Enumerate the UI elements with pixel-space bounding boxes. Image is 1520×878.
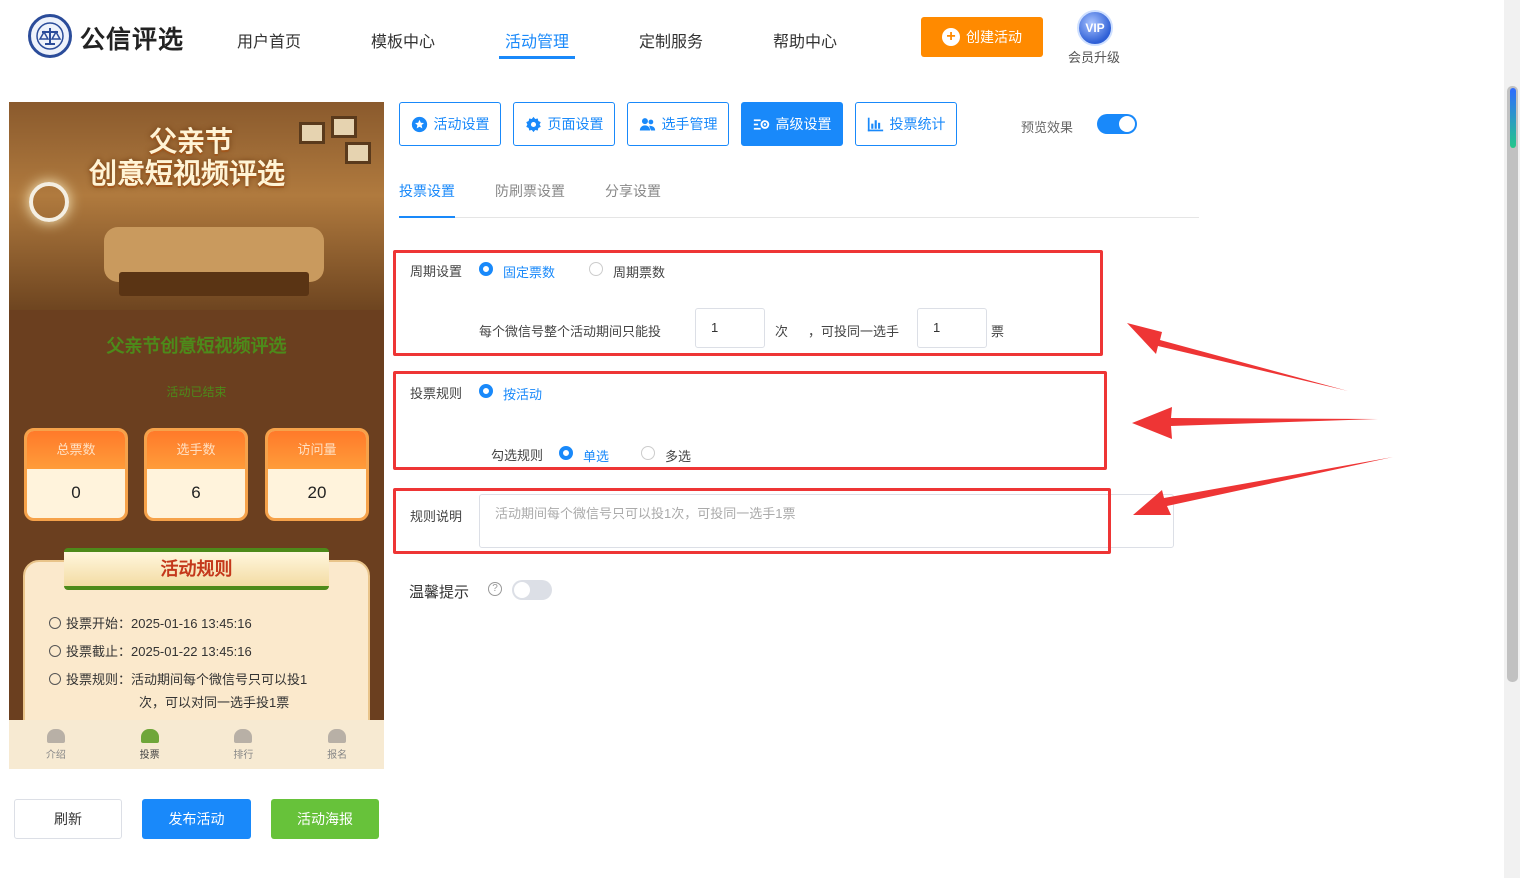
rule-end-label: 投票截止： xyxy=(66,644,132,659)
toggle-knob xyxy=(1119,116,1135,132)
table-shape xyxy=(119,272,309,296)
nav-user-home[interactable]: 用户首页 xyxy=(237,28,301,52)
stat-contestants: 选手数 6 xyxy=(144,428,248,521)
tips-toggle[interactable] xyxy=(512,580,552,600)
clock-icon xyxy=(49,645,61,657)
rule-start-time: 投票开始：2025-01-16 13:45:16 xyxy=(49,613,252,632)
photo-frame-icon xyxy=(345,142,371,164)
tab-label: 选手管理 xyxy=(661,116,718,132)
nav-custom-service[interactable]: 定制服务 xyxy=(639,28,703,52)
tips-label: 温馨提示 xyxy=(409,584,470,601)
question-icon[interactable]: ? xyxy=(488,582,502,596)
gear-icon xyxy=(525,116,541,132)
stat-label: 选手数 xyxy=(147,431,245,469)
vip-upgrade-link[interactable]: 会员升级 xyxy=(1068,47,1120,66)
rules-title: 活动规则 xyxy=(64,548,329,590)
rule-voting: 投票规则：活动期间每个微信号只可以投1 xyxy=(49,669,307,688)
sub-tab-active-underline xyxy=(399,216,455,218)
scrollbar-marker xyxy=(1510,88,1516,148)
vote-icon xyxy=(140,728,159,743)
tab-intro[interactable]: 介绍 xyxy=(9,720,103,769)
rule-start-value: 2025-01-16 13:45:16 xyxy=(131,616,252,631)
create-activity-label: 创建活动 xyxy=(966,29,1022,45)
preview-effect-toggle[interactable] xyxy=(1097,114,1137,134)
tab-label: 页面设置 xyxy=(547,116,604,132)
stat-value: 6 xyxy=(191,483,201,502)
banner-title-line2: 创意短视频评选 xyxy=(89,158,286,189)
signup-icon xyxy=(328,728,347,743)
star-icon xyxy=(411,116,427,132)
vip-badge-icon[interactable]: VIP xyxy=(1077,10,1113,46)
highlight-vote-rule xyxy=(393,371,1107,470)
activity-poster-button[interactable]: 活动海报 xyxy=(271,799,379,839)
annotation-arrows xyxy=(1127,323,1393,515)
tab-activity-settings[interactable]: 活动设置 xyxy=(399,102,501,146)
tab-label: 活动设置 xyxy=(433,116,490,132)
tab-label: 高级设置 xyxy=(775,116,832,132)
sliders-icon xyxy=(753,118,769,130)
banner-image: 父亲节 创意短视频评选 xyxy=(9,102,384,310)
create-activity-button[interactable]: + 创建活动 xyxy=(921,17,1043,57)
activity-status: 活动已结束 xyxy=(166,385,227,399)
ring-light-icon xyxy=(29,182,69,222)
tab-vote[interactable]: 投票 xyxy=(103,720,197,769)
rule-start-label: 投票开始： xyxy=(66,616,132,631)
rule-end-value: 2025-01-22 13:45:16 xyxy=(131,644,252,659)
toggle-knob xyxy=(514,582,530,598)
rule-voting-continued: 次，可以对同一选手投1票 xyxy=(139,695,290,710)
highlight-rule-description xyxy=(393,488,1111,554)
tab-label: 投票统计 xyxy=(889,116,946,132)
photo-frame-icon xyxy=(331,116,357,138)
tab-vote-statistics[interactable]: 投票统计 xyxy=(855,102,957,146)
tab-page-settings[interactable]: 页面设置 xyxy=(513,102,615,146)
tab-advanced-settings[interactable]: 高级设置 xyxy=(741,102,843,146)
stat-label: 总票数 xyxy=(27,431,125,469)
preview-bottom-nav: 介绍 投票 排行 报名 xyxy=(9,720,384,769)
users-icon xyxy=(639,117,655,130)
nav-help-center[interactable]: 帮助中心 xyxy=(773,28,837,52)
stat-visits: 访问量 20 xyxy=(265,428,369,521)
tab-anti-fraud-settings[interactable]: 防刷票设置 xyxy=(495,181,565,201)
nav-active-underline xyxy=(499,56,575,59)
logo-text[interactable]: 公信评选 xyxy=(80,20,184,56)
intro-icon xyxy=(46,728,65,743)
ranking-icon xyxy=(234,728,253,743)
tab-contestant-management[interactable]: 选手管理 xyxy=(627,102,729,146)
mobile-preview: 父亲节 创意短视频评选 父亲节创意短视频评选 活动已结束 总票数 0 选手数 6… xyxy=(9,102,384,769)
activity-title: 父亲节创意短视频评选 xyxy=(106,336,287,356)
scrollbar-thumb[interactable] xyxy=(1507,86,1518,682)
tab-vote-settings[interactable]: 投票设置 xyxy=(399,181,455,201)
rule-end-time: 投票截止：2025-01-22 13:45:16 xyxy=(49,641,252,660)
sub-tab-divider xyxy=(399,217,1199,218)
nav-activity-management[interactable]: 活动管理 xyxy=(505,28,569,52)
nav-template-center[interactable]: 模板中心 xyxy=(371,28,435,52)
tab-ranking[interactable]: 排行 xyxy=(197,720,291,769)
rule-voting-value: 活动期间每个微信号只可以投1 xyxy=(131,672,308,687)
stat-value: 0 xyxy=(71,483,81,502)
publish-activity-button[interactable]: 发布活动 xyxy=(142,799,251,839)
stat-total-votes: 总票数 0 xyxy=(24,428,128,521)
refresh-button[interactable]: 刷新 xyxy=(14,799,122,839)
logo-icon[interactable] xyxy=(28,14,72,58)
bar-chart-icon xyxy=(867,117,883,131)
arrow-icon xyxy=(1132,407,1378,439)
info-icon xyxy=(49,673,61,685)
tab-label: 报名 xyxy=(327,749,348,761)
tab-label: 投票 xyxy=(139,749,160,761)
rule-voting-label: 投票规则： xyxy=(66,672,132,687)
tab-label: 介绍 xyxy=(45,749,66,761)
stat-value: 20 xyxy=(307,483,327,502)
clock-icon xyxy=(49,617,61,629)
photo-frame-icon xyxy=(299,122,325,144)
tab-label: 排行 xyxy=(233,749,254,761)
stat-label: 访问量 xyxy=(268,431,366,469)
preview-effect-label: 预览效果 xyxy=(1021,120,1074,135)
tab-signup[interactable]: 报名 xyxy=(290,720,384,769)
tab-share-settings[interactable]: 分享设置 xyxy=(605,181,661,201)
arrow-icon xyxy=(1127,323,1348,391)
highlight-cycle-settings xyxy=(393,250,1103,356)
arrow-icon xyxy=(1133,457,1393,515)
plus-circle-icon: + xyxy=(942,28,960,46)
